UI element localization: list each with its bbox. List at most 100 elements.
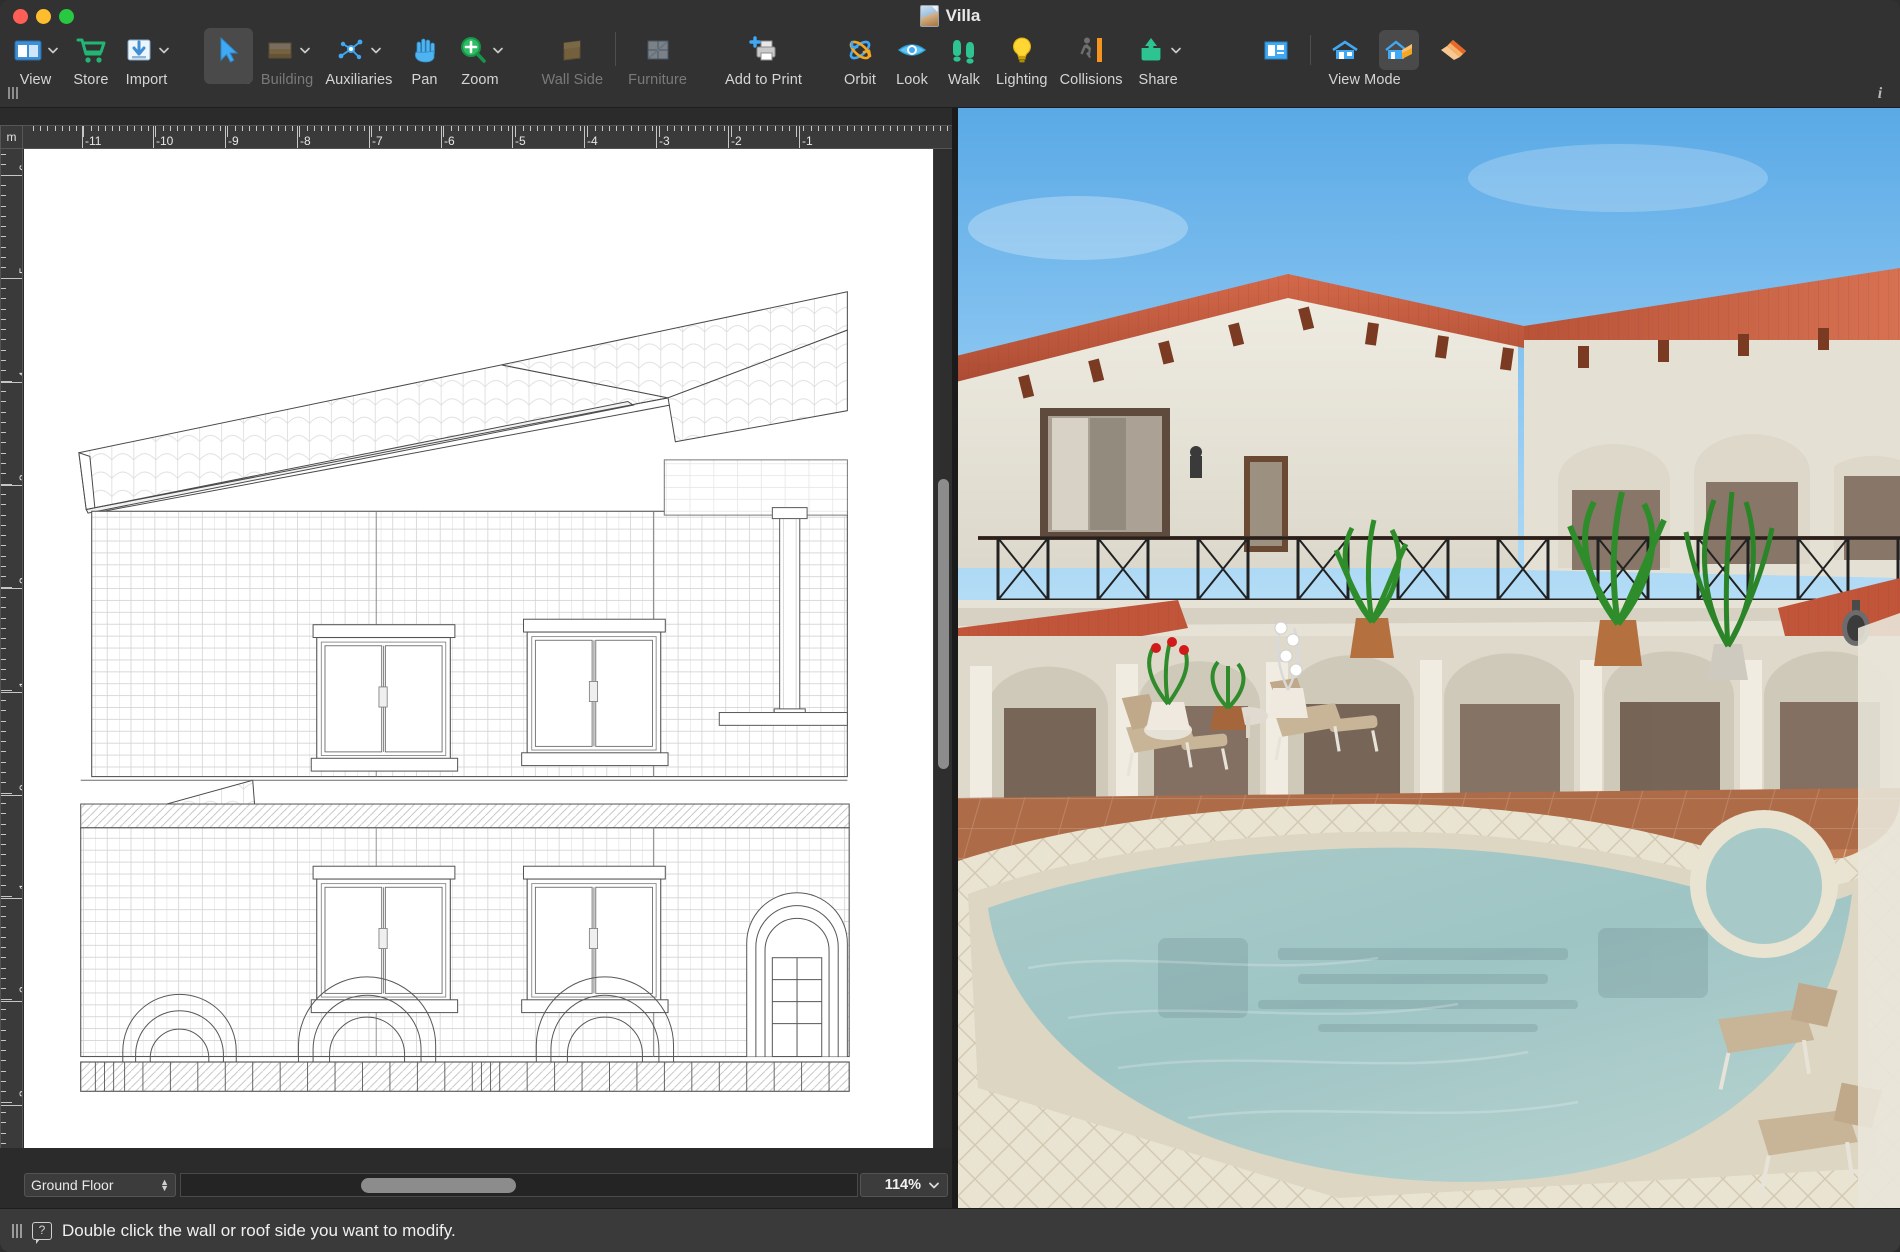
ruler-tick <box>1 998 12 1000</box>
toolbar-button-zoom[interactable]: Zoom <box>451 26 510 104</box>
ruler-tick <box>1 833 6 835</box>
toolbar-button-walk[interactable]: Walk <box>938 26 990 104</box>
ruler-tick <box>357 126 358 131</box>
toolbar-grabber-icon[interactable] <box>8 86 22 100</box>
ruler-major-tick <box>441 126 442 148</box>
ruler-tick <box>256 126 258 131</box>
resize-grabber-icon[interactable] <box>12 1223 22 1238</box>
ruler-tick <box>1 854 6 856</box>
view-mode-plan[interactable] <box>1256 30 1296 70</box>
ruler-tick <box>205 126 207 131</box>
toolbar-button-furniture[interactable]: Furniture <box>622 26 693 104</box>
ruler-tick <box>1 452 6 454</box>
toolbar-button-lighting[interactable]: Lighting <box>990 26 1054 104</box>
scrollbar-vertical-thumb[interactable] <box>938 479 949 769</box>
hand-icon <box>409 34 441 66</box>
toolbar-button-collisions[interactable]: Collisions <box>1054 26 1129 104</box>
ruler-label-v: 5 <box>17 267 22 274</box>
ruler-tick <box>1 1122 6 1124</box>
ruler-tick <box>544 126 546 131</box>
close-window-button[interactable] <box>13 9 28 24</box>
ruler-tick <box>911 126 913 131</box>
help-question-icon[interactable]: ? <box>32 1221 52 1244</box>
ruler-label-h: -3 <box>659 134 670 148</box>
toolbar-button-wall-side[interactable]: Wall Side <box>536 26 610 104</box>
ruler-tick <box>1 957 6 959</box>
ruler-tick <box>1 566 6 567</box>
ruler-tick <box>673 126 675 131</box>
toolbar-button-building[interactable]: Building <box>255 26 319 104</box>
ruler-tick <box>1 751 6 753</box>
info-icon[interactable]: i <box>1870 84 1890 104</box>
ruler-tick <box>162 126 164 131</box>
toolbar-button-import[interactable]: Import <box>117 26 176 104</box>
toolbar-button-auxiliaries[interactable]: Auxiliaries <box>319 26 398 104</box>
ruler-tick <box>925 126 927 131</box>
scrollbar-horizontal[interactable] <box>180 1173 858 1197</box>
toolbar-separator <box>615 32 617 66</box>
ruler-tick <box>1 308 6 310</box>
work-area: m -11 -10 -9 -8 -7 -6 -5 -4 -3 -2 -1 6 5 4 3 2 1 0 -1 -2 -3… <box>0 108 1900 1208</box>
ruler-tick <box>882 126 884 131</box>
ruler-tick <box>609 126 610 131</box>
ruler-tick <box>184 126 186 131</box>
ruler-tick <box>1 1019 6 1021</box>
scrollbar-vertical[interactable] <box>933 149 952 1148</box>
toolbar-button-look[interactable]: Look <box>886 26 938 104</box>
view-mode-section[interactable] <box>1379 30 1420 70</box>
ruler-label-v: -3 <box>17 1090 23 1101</box>
ruler-tick <box>1 1081 6 1082</box>
ruler-label-v: 2 <box>17 577 22 584</box>
traffic-lights <box>13 9 74 24</box>
maximize-window-button[interactable] <box>59 9 74 24</box>
ruler-label-h: -1 <box>802 134 813 148</box>
ruler-tick <box>1 524 6 526</box>
view-mode-elevation[interactable] <box>1325 30 1365 70</box>
ruler-tick <box>1 658 6 660</box>
ruler-tick <box>1 1070 6 1072</box>
ruler-tick <box>1 339 6 341</box>
zoom-level-value: 114% <box>884 1177 921 1193</box>
panel-3d-view[interactable] <box>958 108 1900 1208</box>
toolbar-button-select[interactable]: Select <box>202 26 255 104</box>
scrollbar-horizontal-thumb[interactable] <box>361 1178 516 1193</box>
ruler-tick <box>1 813 6 815</box>
ruler-tick <box>853 126 855 131</box>
toolbar-button-pan[interactable]: Pan <box>399 26 451 104</box>
ruler-tick <box>126 126 128 131</box>
ruler-horizontal[interactable]: -11 -10 -9 -8 -7 -6 -5 -4 -3 -2 -1 <box>23 125 952 149</box>
ruler-tick <box>529 126 531 131</box>
ruler-tick <box>241 126 243 131</box>
ruler-tick <box>1 1029 6 1031</box>
ruler-tick <box>1 432 6 434</box>
ruler-tick <box>1 493 6 495</box>
floorplan-2d-icon <box>1260 34 1292 66</box>
zoom-level-control[interactable]: 114% <box>860 1173 948 1197</box>
ruler-tick <box>681 126 682 131</box>
toolbar-icon-row <box>1075 30 1107 70</box>
toolbar-button-add-to-print[interactable]: Add to Print <box>719 26 808 104</box>
ruler-label-h: -2 <box>731 134 742 148</box>
ruler-vertical[interactable]: 6543210-1-2-3-4-5 <box>0 149 23 1148</box>
ruler-tick <box>1 246 6 248</box>
ruler-tick <box>40 126 42 131</box>
ruler-tick <box>1 535 6 537</box>
ruler-major-tick <box>153 126 154 148</box>
ruler-tick <box>796 126 798 137</box>
ruler-label-h: -11 <box>85 134 102 148</box>
ruler-tick <box>630 126 632 131</box>
ruler-tick <box>349 126 351 131</box>
minimize-window-button[interactable] <box>36 9 51 24</box>
toolbar-button-store[interactable]: Store <box>65 26 117 104</box>
view-mode-group: View Mode <box>1240 26 1490 104</box>
floor-selector[interactable]: Ground Floor ▲ ▼ <box>24 1173 176 1197</box>
ruler-tick <box>61 126 63 131</box>
drawing-canvas-2d[interactable] <box>24 149 933 1148</box>
ruler-label-h: -7 <box>372 134 383 148</box>
ruler-major-tick <box>512 126 513 148</box>
toolbar-button-share[interactable]: Share <box>1129 26 1188 104</box>
view-mode-3d[interactable] <box>1433 30 1473 70</box>
panel-2d-view: m -11 -10 -9 -8 -7 -6 -5 -4 -3 -2 -1 6 5 4 3 2 1 0 -1 -2 -3… <box>0 108 952 1208</box>
ruler-tick <box>400 126 402 131</box>
toolbar-button-orbit[interactable]: Orbit <box>834 26 886 104</box>
